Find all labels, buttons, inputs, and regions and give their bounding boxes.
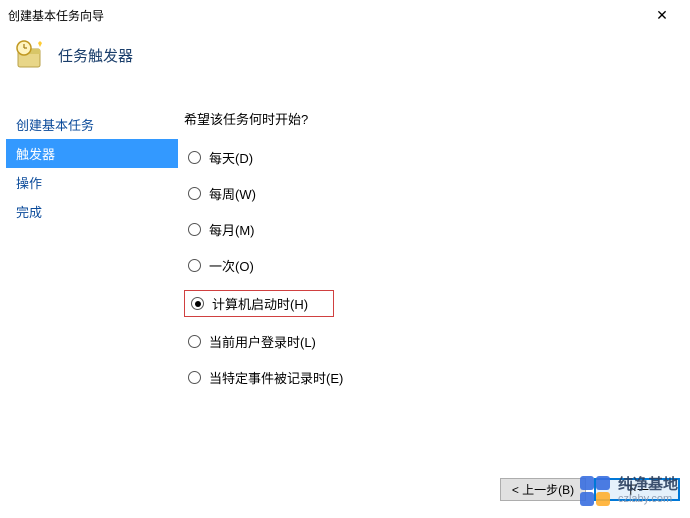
titlebar: 创建基本任务向导 ✕ — [0, 0, 690, 30]
radio-weekly[interactable]: 每周(W) — [184, 182, 260, 205]
radio-icon — [191, 297, 204, 310]
sidebar-item-create-task[interactable]: 创建基本任务 — [6, 110, 178, 139]
radio-at-logon[interactable]: 当前用户登录时(L) — [184, 330, 320, 353]
question-label: 希望该任务何时开始? — [184, 109, 690, 128]
content-area: 创建基本任务 触发器 操作 完成 希望该任务何时开始? 每天(D) 每周(W) … — [0, 80, 690, 389]
radio-daily[interactable]: 每天(D) — [184, 146, 257, 169]
header: 任务触发器 — [0, 30, 690, 80]
radio-icon — [188, 259, 201, 272]
sidebar-item-finish[interactable]: 完成 — [6, 197, 178, 226]
radio-once[interactable]: 一次(O) — [184, 254, 258, 277]
back-button[interactable]: < 上一步(B) — [500, 478, 586, 501]
button-bar: < 上一步(B) 下一 — [500, 478, 690, 518]
radio-icon — [188, 371, 201, 384]
task-scheduler-icon — [14, 39, 46, 71]
window-title: 创建基本任务向导 — [8, 7, 642, 24]
close-icon: ✕ — [656, 7, 668, 24]
radio-label: 每周(W) — [209, 184, 256, 203]
radio-label: 当前用户登录时(L) — [209, 332, 316, 351]
radio-label: 每天(D) — [209, 148, 253, 167]
sidebar-item-trigger[interactable]: 触发器 — [6, 139, 178, 168]
next-button[interactable]: 下一 — [594, 478, 680, 501]
radio-label: 当特定事件被记录时(E) — [209, 368, 343, 387]
close-button[interactable]: ✕ — [642, 2, 682, 28]
radio-icon — [188, 187, 201, 200]
sidebar-item-action[interactable]: 操作 — [6, 168, 178, 197]
radio-icon — [188, 335, 201, 348]
radio-icon — [188, 151, 201, 164]
radio-at-startup[interactable]: 计算机启动时(H) — [184, 290, 334, 317]
page-title: 任务触发器 — [58, 45, 133, 66]
sidebar: 创建基本任务 触发器 操作 完成 — [0, 108, 178, 389]
main-panel: 希望该任务何时开始? 每天(D) 每周(W) 每月(M) 一次(O) 计算机启动… — [178, 108, 690, 389]
radio-on-event[interactable]: 当特定事件被记录时(E) — [184, 366, 347, 389]
radio-icon — [188, 223, 201, 236]
radio-label: 计算机启动时(H) — [212, 294, 308, 313]
trigger-radio-group: 每天(D) 每周(W) 每月(M) 一次(O) 计算机启动时(H) 当前用户登录… — [184, 146, 690, 389]
radio-monthly[interactable]: 每月(M) — [184, 218, 259, 241]
radio-label: 一次(O) — [209, 256, 254, 275]
radio-label: 每月(M) — [209, 220, 255, 239]
